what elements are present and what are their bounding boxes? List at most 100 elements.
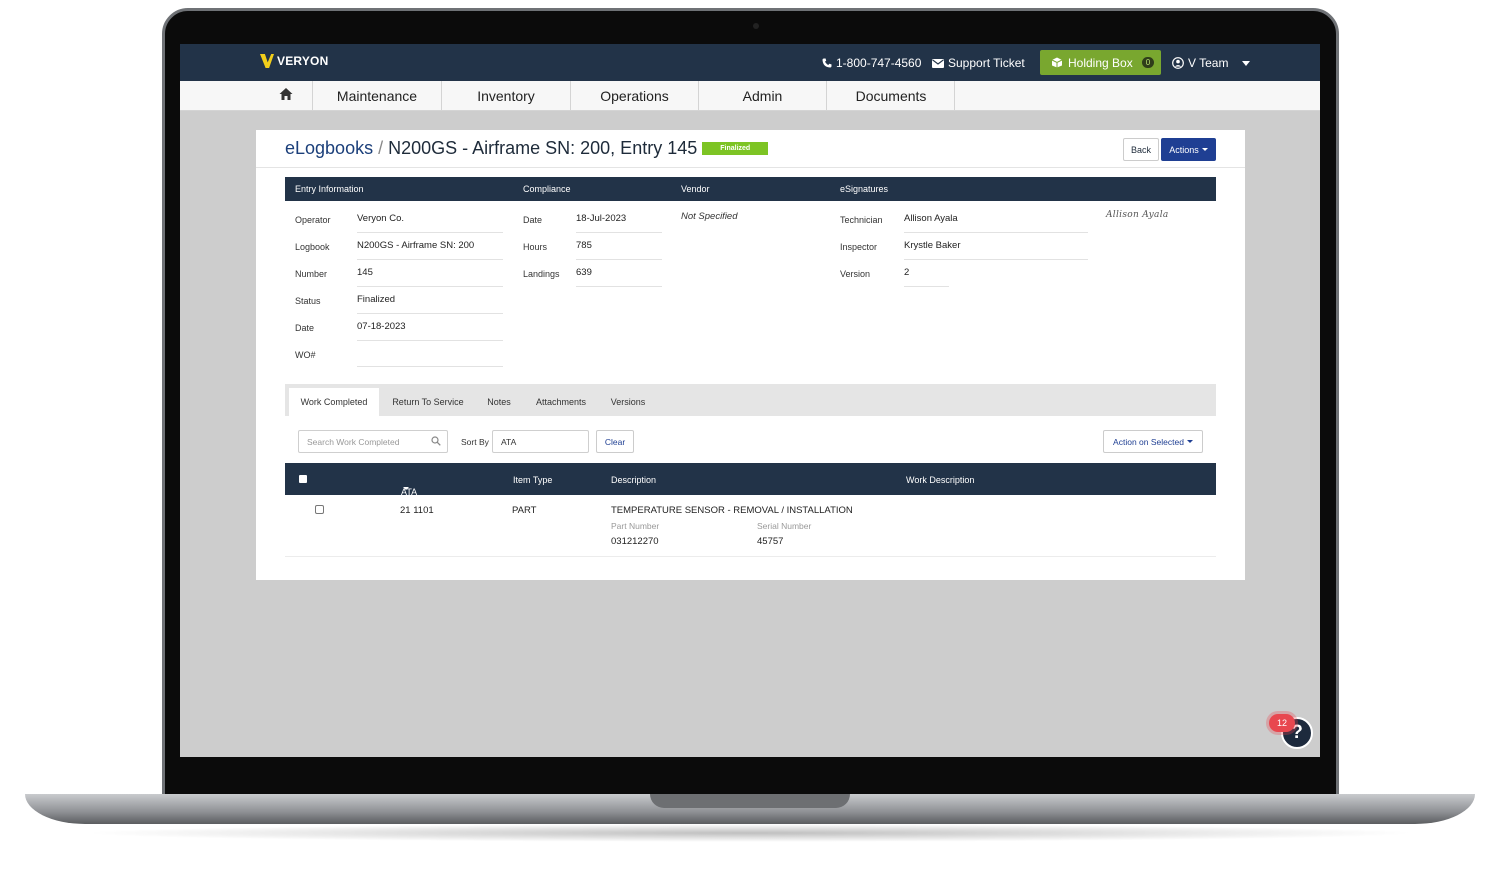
nav-documents[interactable]: Documents: [826, 81, 955, 111]
section-header-bar: Entry Information Compliance Vendor eSig…: [285, 177, 1216, 201]
tab-notes[interactable]: Notes: [479, 388, 519, 416]
wo-label: WO#: [295, 350, 316, 360]
search-input[interactable]: Search Work Completed: [298, 430, 448, 453]
tab-versions[interactable]: Versions: [603, 388, 653, 416]
actions-label: Actions: [1169, 144, 1199, 155]
logbook-label: Logbook: [295, 242, 330, 252]
technician-value: Allison Ayala: [904, 213, 1088, 233]
support-label: Support Ticket: [948, 56, 1025, 70]
logbook-value: N200GS - Airframe SN: 200: [357, 240, 503, 260]
row-checkbox[interactable]: [315, 505, 324, 514]
version-value: 2: [904, 267, 949, 287]
entry-card: eLogbooks / N200GS - Airframe SN: 200, E…: [256, 130, 1245, 580]
tab-return-to-service[interactable]: Return To Service: [385, 388, 471, 416]
nav-inventory[interactable]: Inventory: [441, 81, 570, 111]
tab-work-completed[interactable]: Work Completed: [289, 388, 379, 416]
user-menu[interactable]: V Team: [1172, 56, 1251, 70]
hours-label: Hours: [523, 242, 548, 252]
support-ticket-link[interactable]: Support Ticket: [932, 56, 1025, 70]
main-nav: Maintenance Inventory Operations Admin D…: [180, 81, 1320, 111]
phone-icon: [822, 58, 832, 68]
row-divider: [285, 556, 1216, 557]
holding-box-count: 0: [1141, 57, 1155, 68]
breadcrumb: eLogbooks / N200GS - Airframe SN: 200, E…: [285, 138, 769, 159]
box-icon: [1051, 57, 1063, 68]
breadcrumb-separator: /: [378, 138, 384, 158]
technician-signature: Allison Ayala: [1106, 210, 1169, 220]
brand-name: VERYON: [277, 54, 329, 68]
back-button[interactable]: Back: [1123, 138, 1159, 161]
date-label: Date: [295, 323, 315, 333]
section-esignatures: eSignatures: [840, 184, 889, 194]
user-name: V Team: [1188, 56, 1229, 70]
nav-admin[interactable]: Admin: [698, 81, 826, 111]
landings-label: Landings: [523, 269, 560, 279]
action-on-selected-button[interactable]: Action on Selected: [1103, 430, 1203, 453]
logo-icon: [260, 54, 274, 68]
tab-attachments[interactable]: Attachments: [529, 388, 593, 416]
table-header: ATA & Mfg Code Item Type Description Wor…: [285, 463, 1216, 527]
number-value: 145: [357, 267, 503, 287]
compliance-date-label: Date: [523, 215, 543, 225]
status-label: Status: [295, 296, 321, 306]
camera: [753, 23, 759, 29]
inspector-label: Inspector: [840, 242, 878, 252]
technician-label: Technician: [840, 215, 883, 225]
row-description: TEMPERATURE SENSOR - REMOVAL / INSTALLAT…: [611, 505, 853, 516]
part-number-value: 031212270: [611, 536, 659, 547]
laptop-shadow: [80, 824, 1420, 842]
section-vendor: Vendor: [681, 184, 710, 194]
sort-by-input[interactable]: ATA: [492, 430, 589, 453]
home-icon[interactable]: [279, 87, 293, 101]
phone-link[interactable]: 1-800-747-4560: [822, 56, 921, 70]
row-ata-code: 21 1101: [400, 505, 434, 516]
row-item-type: PART: [512, 505, 537, 516]
section-compliance: Compliance: [523, 184, 571, 194]
action-on-selected-label: Action on Selected: [1113, 436, 1184, 447]
status-badge: Finalized: [702, 142, 769, 155]
wo-value: [357, 348, 503, 367]
top-bar: VERYON 1-800-747-4560 Support Ticket Hol…: [180, 44, 1320, 81]
actions-button[interactable]: Actions: [1161, 138, 1216, 161]
nav-maintenance[interactable]: Maintenance: [312, 81, 441, 111]
user-icon: [1172, 57, 1184, 69]
nav-operations[interactable]: Operations: [570, 81, 698, 111]
vendor-value: Not Specified: [681, 211, 738, 222]
inspector-value: Krystle Baker: [904, 240, 1088, 260]
search-icon: [431, 436, 441, 446]
version-label: Version: [840, 269, 871, 279]
select-all-checkbox[interactable]: [299, 475, 307, 483]
envelope-icon: [932, 58, 944, 68]
chevron-down-icon: [1201, 148, 1208, 151]
holding-box-label: Holding Box: [1068, 55, 1133, 70]
operator-label: Operator: [295, 215, 331, 225]
clear-button[interactable]: Clear: [596, 430, 634, 453]
laptop-notch: [650, 794, 850, 808]
landings-value: 639: [576, 267, 662, 287]
sort-down-icon: [403, 487, 409, 490]
card-header: eLogbooks / N200GS - Airframe SN: 200, E…: [256, 130, 1245, 168]
date-value: 07-18-2023: [357, 321, 503, 341]
breadcrumb-elogbooks[interactable]: eLogbooks: [285, 138, 373, 159]
search-placeholder: Search Work Completed: [307, 437, 400, 447]
compliance-date-value: 18-Jul-2023: [576, 213, 662, 233]
section-entry-information: Entry Information: [295, 184, 364, 194]
chevron-down-icon: [1242, 60, 1251, 66]
tab-bar: Work Completed Return To Service Notes A…: [285, 384, 1216, 416]
holding-box-button[interactable]: Holding Box 0: [1040, 50, 1161, 75]
sort-by-label: Sort By: [461, 437, 489, 447]
status-value: Finalized: [357, 294, 503, 314]
column-description: Description: [611, 475, 657, 485]
brand-logo[interactable]: VERYON: [260, 54, 328, 68]
number-label: Number: [295, 269, 328, 279]
column-item-type: Item Type: [513, 475, 553, 485]
part-number-label: Part Number: [611, 521, 660, 531]
phone-number: 1-800-747-4560: [836, 56, 922, 70]
help-notification-badge: 12: [1269, 714, 1295, 732]
app-screen: VERYON 1-800-747-4560 Support Ticket Hol…: [180, 44, 1320, 757]
serial-number-value: 45757: [757, 536, 784, 547]
nav-divider: [954, 81, 955, 111]
column-work-description: Work Description: [906, 475, 975, 485]
page-title: N200GS - Airframe SN: 200, Entry 145: [388, 138, 698, 158]
operator-value: Veryon Co.: [357, 213, 503, 233]
